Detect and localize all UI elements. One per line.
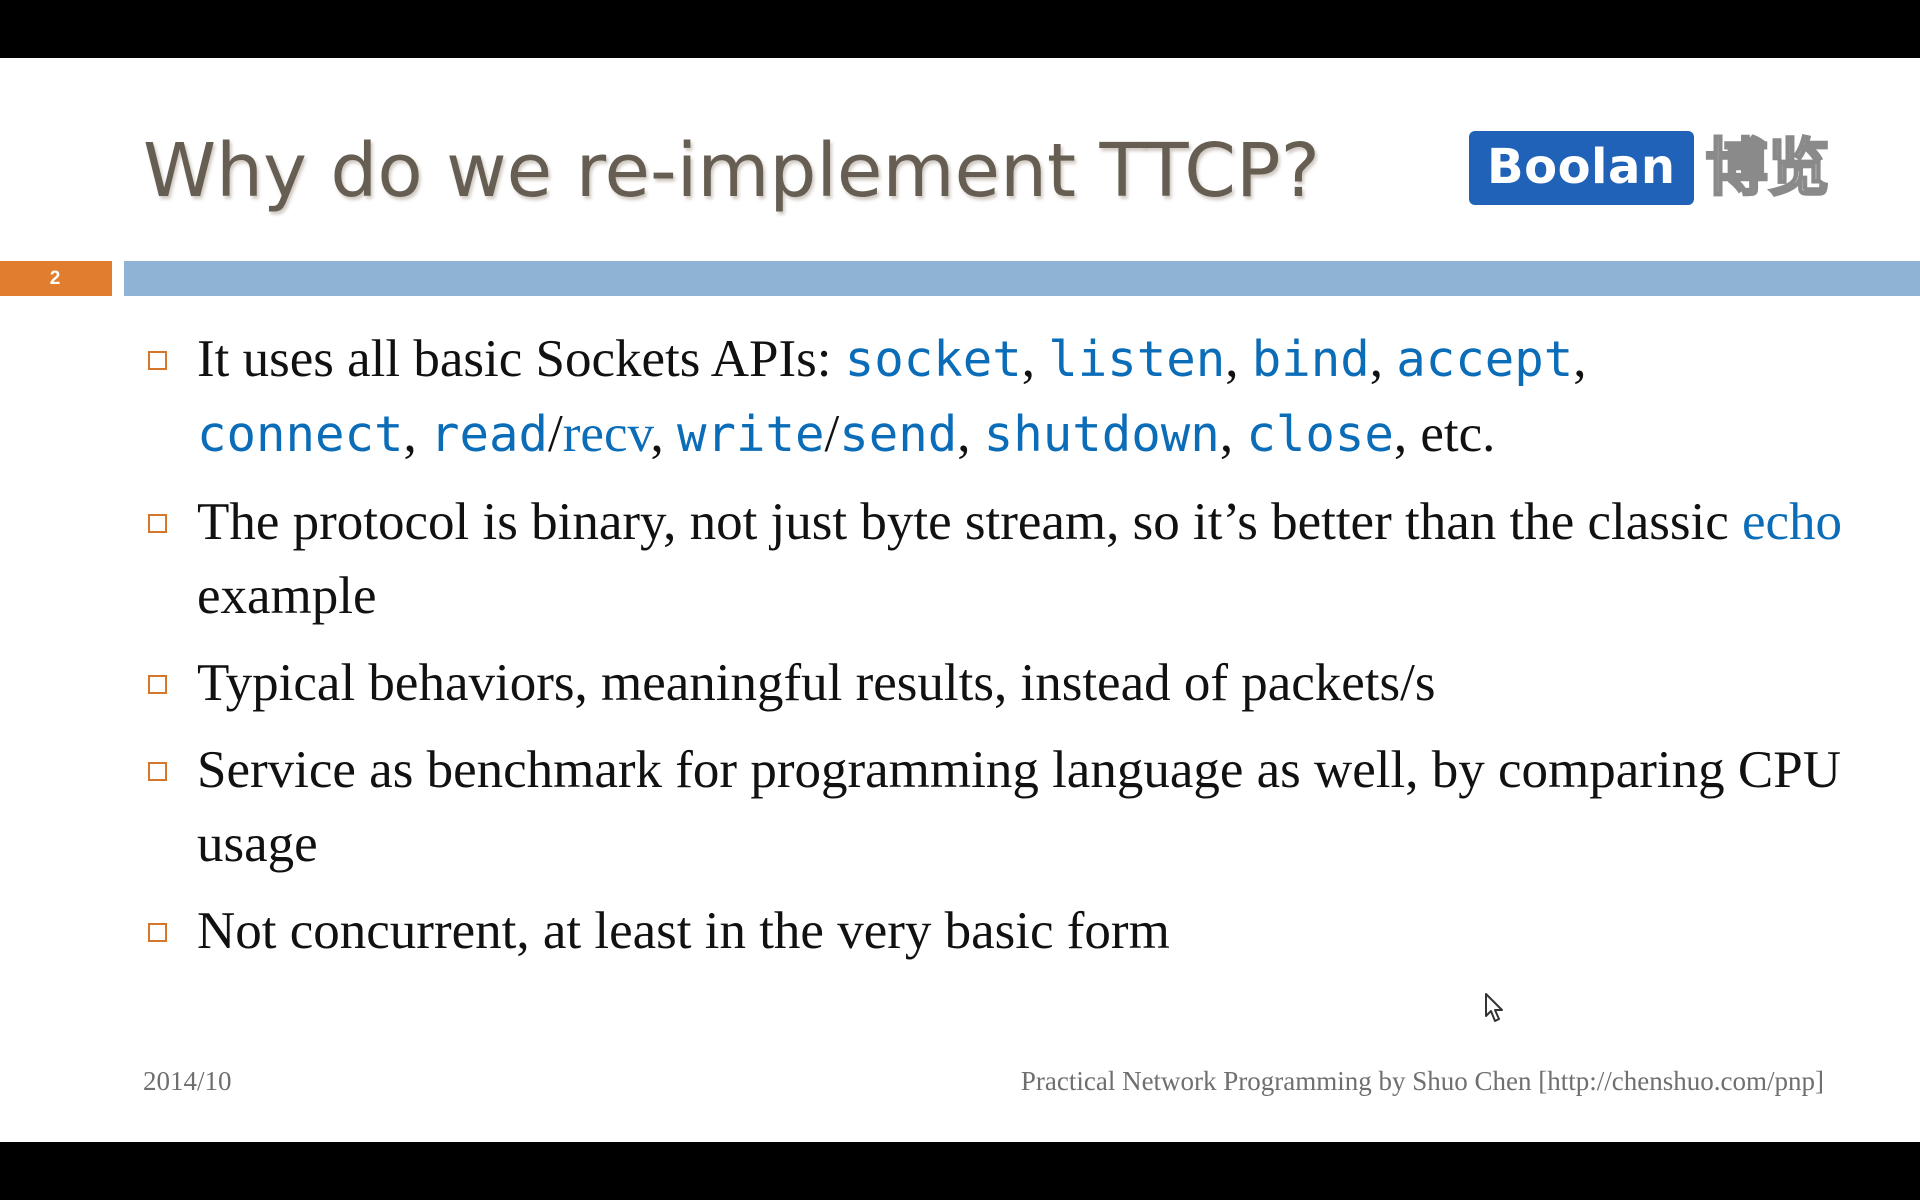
separator: , <box>1369 330 1397 388</box>
code-recv: recv <box>562 405 651 463</box>
header-divider-bar <box>124 261 1920 296</box>
code-close: close <box>1246 406 1394 463</box>
code-accept: accept <box>1396 331 1574 388</box>
code-socket: socket <box>844 331 1022 388</box>
bullet-text-end: example <box>197 567 377 625</box>
code-write: write <box>677 406 825 463</box>
code-send: send <box>839 406 958 463</box>
footer-date: 2014/10 <box>143 1066 232 1096</box>
separator: , <box>1219 405 1247 463</box>
bullet-item: Typical behaviors, meaningful results, i… <box>145 646 1875 720</box>
code-bind: bind <box>1251 331 1370 388</box>
footer-credit: Practical Network Programming by Shuo Ch… <box>1020 1066 1824 1096</box>
separator: , <box>1573 330 1587 388</box>
separator: / <box>548 405 563 463</box>
square-bullet-icon <box>148 675 167 694</box>
separator: , <box>957 405 984 463</box>
separator: , <box>650 405 678 463</box>
bullet-text: Typical behaviors, meaningful results, i… <box>197 654 1436 712</box>
bullet-item: Service as benchmark for programming lan… <box>145 733 1875 881</box>
code-connect: connect <box>197 406 404 463</box>
separator: , <box>1021 330 1049 388</box>
square-bullet-icon <box>148 762 167 781</box>
code-listen: listen <box>1048 331 1226 388</box>
separator: , <box>403 405 431 463</box>
bullet-item: The protocol is binary, not just byte st… <box>145 485 1875 633</box>
bullet-item: Not concurrent, at least in the very bas… <box>145 894 1875 968</box>
code-echo: echo <box>1742 493 1843 551</box>
slide: Why do we re-implement TTCP? Boolan 博览 2… <box>0 58 1920 1142</box>
separator: , <box>1225 330 1252 388</box>
boolan-logo: Boolan 博览 <box>1469 130 1831 206</box>
bullet-text: The protocol is binary, not just byte st… <box>197 493 1742 551</box>
code-shutdown: shutdown <box>983 406 1220 463</box>
separator: / <box>824 405 840 463</box>
square-bullet-icon <box>148 351 167 370</box>
bullet-item: It uses all basic Sockets APIs: socket , … <box>145 322 1875 472</box>
bullet-text: It uses all basic Sockets APIs: <box>197 330 845 388</box>
bullet-text: Service as benchmark for programming lan… <box>197 741 1842 873</box>
square-bullet-icon <box>148 514 167 533</box>
square-bullet-icon <box>148 923 167 942</box>
slide-title: Why do we re-implement TTCP? <box>143 128 1320 214</box>
slide-number: 2 <box>0 261 112 296</box>
mouse-cursor-icon <box>1484 992 1506 1029</box>
bullet-text: Not concurrent, at least in the very bas… <box>197 902 1170 960</box>
logo-chinese-text: 博览 <box>1704 130 1831 206</box>
code-read: read <box>430 406 549 463</box>
bullet-list: It uses all basic Sockets APIs: socket , … <box>145 322 1875 981</box>
logo-brand: Boolan <box>1469 131 1694 205</box>
bullet-text-end: , etc. <box>1393 405 1496 463</box>
